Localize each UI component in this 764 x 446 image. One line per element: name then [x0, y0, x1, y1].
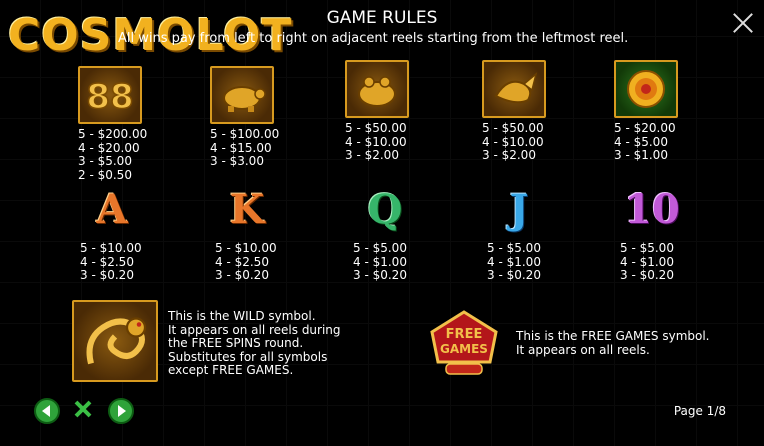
prev-page-button[interactable]: [34, 398, 60, 424]
coin-icon: [614, 60, 678, 118]
paytable-koi: 5 - $50.00 4 - $10.00 3 - $2.00: [482, 121, 544, 162]
letter-a-icon: A: [96, 185, 128, 233]
free-label: FREE: [446, 327, 483, 342]
symbol-koi: 5 - $50.00 4 - $10.00 3 - $2.00: [482, 60, 546, 163]
letter-q-icon: Q: [367, 185, 403, 233]
close-button[interactable]: [732, 12, 754, 34]
paytable-coin: 5 - $20.00 4 - $5.00 3 - $1.00: [614, 121, 676, 162]
frog-icon: [345, 60, 409, 118]
eighty-eight-icon: 88: [78, 66, 142, 124]
symbol-frog: 5 - $50.00 4 - $10.00 3 - $2.00: [345, 60, 409, 163]
free-games-icon: FREE GAMES: [430, 310, 498, 375]
letter-j-icon: J: [509, 185, 529, 233]
number-ten-icon: 10: [624, 185, 680, 233]
x-icon: [74, 400, 92, 418]
paytable-K: 5 - $10.00 4 - $2.50 3 - $0.20: [215, 241, 277, 282]
paytable-J: 5 - $5.00 4 - $1.00 3 - $0.20: [487, 241, 541, 282]
symbol-coin: 5 - $20.00 4 - $5.00 3 - $1.00: [614, 60, 678, 163]
arrow-right-icon: [118, 405, 126, 417]
symbol-A: A 5 - $10.00 4 - $2.50 3 - $0.20: [80, 180, 144, 283]
paytable-10: 5 - $5.00 4 - $1.00 3 - $0.20: [620, 241, 674, 282]
page-indicator: Page 1/8: [673, 404, 726, 418]
paytable-88: 5 - $200.00 4 - $20.00 3 - $5.00 2 - $0.50: [78, 127, 148, 182]
letter-k-icon: K: [229, 185, 265, 233]
paytable-frog: 5 - $50.00 4 - $10.00 3 - $2.00: [345, 121, 407, 162]
symbol-K: K 5 - $10.00 4 - $2.50 3 - $0.20: [215, 180, 279, 283]
symbol-Q: Q 5 - $5.00 4 - $1.00 3 - $0.20: [353, 180, 417, 283]
dragon-icon: [72, 300, 158, 382]
symbol-turtle: 5 - $100.00 4 - $15.00 3 - $3.00: [210, 66, 279, 169]
games-label: GAMES: [440, 342, 488, 356]
paytable-turtle: 5 - $100.00 4 - $15.00 3 - $3.00: [210, 127, 280, 168]
paytable-A: 5 - $10.00 4 - $2.50 3 - $0.20: [80, 241, 142, 282]
koi-fish-icon: [482, 60, 546, 118]
turtle-icon: [210, 66, 274, 124]
symbol-10: 10 5 - $5.00 4 - $1.00 3 - $0.20: [620, 180, 684, 283]
symbol-J: J 5 - $5.00 4 - $1.00 3 - $0.20: [487, 180, 551, 283]
free-games-description: This is the FREE GAMES symbol. It appears…: [516, 329, 710, 357]
svg-text:88: 88: [86, 77, 133, 117]
next-page-button[interactable]: [108, 398, 134, 424]
wild-description: This is the WILD symbol. It appears on al…: [168, 309, 341, 377]
paytable-Q: 5 - $5.00 4 - $1.00 3 - $0.20: [353, 241, 407, 282]
intro-text: All wins pay from left to right on adjac…: [118, 31, 629, 46]
arrow-left-icon: [42, 405, 50, 417]
free-games-symbol: FREE GAMES: [424, 308, 504, 386]
close-rules-button[interactable]: [72, 398, 98, 424]
symbol-88: 88 5 - $200.00 4 - $20.00 3 - $5.00 2 - $0…: [78, 66, 147, 182]
page-title: GAME RULES: [326, 8, 438, 28]
wild-symbol: [72, 300, 158, 382]
